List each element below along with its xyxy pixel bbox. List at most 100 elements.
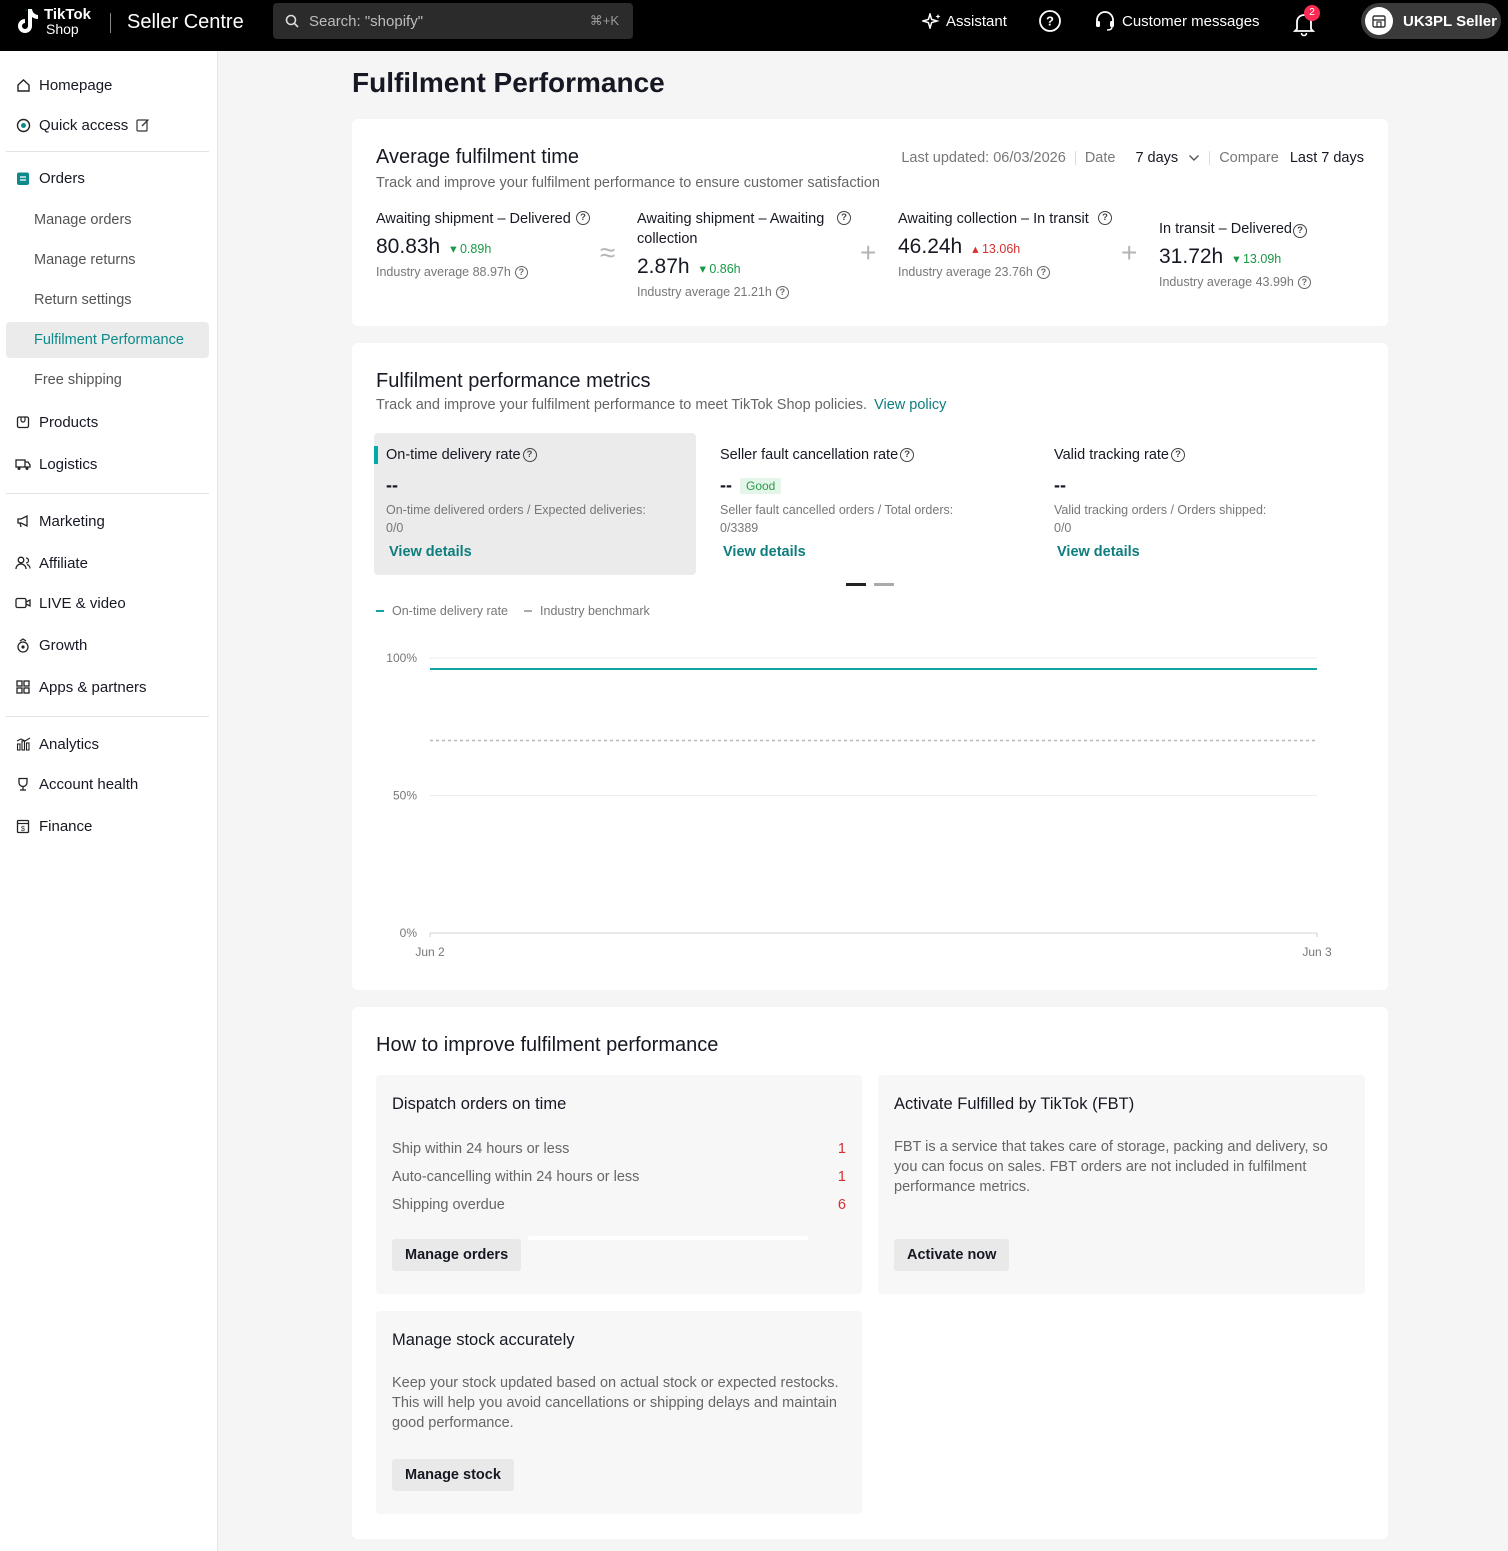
metric-card-on-time-delivery[interactable]: On-time delivery rate? -- On-time delive… xyxy=(374,433,696,575)
sidebar-item-manage-orders[interactable]: Manage orders xyxy=(6,202,209,238)
help-icon[interactable]: ? xyxy=(900,448,915,462)
tiktok-logo-icon xyxy=(18,9,38,33)
sidebar-item-apps-partners[interactable]: Apps & partners xyxy=(6,669,209,705)
help-icon[interactable]: ? xyxy=(1292,224,1307,238)
sidebar-item-growth[interactable]: Growth xyxy=(6,627,209,663)
sidebar-item-return-settings[interactable]: Return settings xyxy=(6,282,209,318)
view-policy-link[interactable]: View policy xyxy=(874,397,946,413)
row-count: 6 xyxy=(837,1197,846,1213)
view-details-link[interactable]: View details xyxy=(723,544,806,560)
sidebar-label-free-shipping: Free shipping xyxy=(34,372,122,388)
metric-delta: ▾ 0.86h xyxy=(699,262,741,276)
view-details-link[interactable]: View details xyxy=(389,544,472,560)
sidebar-item-marketing[interactable]: Marketing xyxy=(6,503,209,539)
sparkle-icon xyxy=(922,13,941,29)
help-icon[interactable]: ? xyxy=(1297,275,1311,289)
metric-title: In transit – Delivered xyxy=(1159,221,1292,237)
industry-average: Industry average 43.99h xyxy=(1159,275,1294,289)
help-icon[interactable]: ? xyxy=(1170,448,1185,462)
svg-text:$: $ xyxy=(21,826,25,833)
metric-card-seller-fault-cancellation[interactable]: Seller fault cancellation rate? -- Good S… xyxy=(708,433,1030,575)
help-icon[interactable]: ? xyxy=(775,285,789,299)
help-icon[interactable]: ? xyxy=(522,448,537,462)
sidebar-item-live-video[interactable]: LIVE & video xyxy=(6,585,209,621)
help-icon[interactable]: ? xyxy=(576,211,590,225)
notifications-button[interactable]: 2 xyxy=(1292,0,1320,42)
dispatch-row: Auto-cancelling within 24 hours or less 1 xyxy=(392,1169,846,1185)
sidebar-divider xyxy=(6,493,209,494)
view-details-link[interactable]: View details xyxy=(1057,544,1140,560)
account-menu[interactable]: UK3PL Seller xyxy=(1361,3,1501,39)
assistant-button[interactable]: Assistant xyxy=(922,0,1007,42)
dispatch-row: Shipping overdue 6 xyxy=(392,1197,846,1213)
metric-delta: ▴ 13.06h xyxy=(972,242,1021,256)
sidebar-item-finance[interactable]: $ Finance xyxy=(6,808,209,844)
sidebar-item-quick-access[interactable]: Quick access xyxy=(6,107,209,143)
metric-delta: ▾ 13.09h xyxy=(1233,252,1282,266)
plus-symbol: + xyxy=(1121,237,1138,268)
sidebar-item-free-shipping[interactable]: Free shipping xyxy=(6,362,209,398)
sidebar-label-account-health: Account health xyxy=(39,775,139,793)
compare-select[interactable]: Last 7 days xyxy=(1290,150,1364,166)
improve-title: How to improve fulfilment performance xyxy=(376,1034,719,1056)
sidebar-item-orders[interactable]: Orders xyxy=(6,160,209,196)
on-time-delivery-chart: 100% 50% 0% Jun 2 Jun 3 xyxy=(386,651,1332,959)
fulfilment-metrics-desc: Track and improve your fulfilment perfor… xyxy=(376,397,946,413)
y-tick-label: 0% xyxy=(400,926,418,940)
chevron-down-icon xyxy=(1189,155,1200,161)
tip-title: Dispatch orders on time xyxy=(392,1095,567,1113)
sidebar-item-homepage[interactable]: Homepage xyxy=(6,67,209,103)
tiktok-shop-logo[interactable]: TikTok Shop xyxy=(14,6,91,38)
search-input[interactable]: Search: "shopify" ⌘+K xyxy=(273,3,633,39)
sidebar-item-fulfilment-performance[interactable]: Fulfilment Performance xyxy=(6,322,209,358)
selected-indicator xyxy=(374,446,378,464)
metric-value: 46.24h xyxy=(898,235,963,258)
metric-card-valid-tracking[interactable]: Valid tracking rate? -- Valid tracking o… xyxy=(1042,433,1364,575)
metric-card-title: Valid tracking rate xyxy=(1054,447,1169,463)
legend-item-on-time[interactable]: On-time delivery rate xyxy=(376,604,508,618)
scrollbar[interactable] xyxy=(528,1236,808,1240)
sidebar-label-products: Products xyxy=(39,413,99,431)
help-button[interactable]: ? xyxy=(1038,0,1062,42)
good-badge: Good xyxy=(740,477,782,494)
sidebar-label-live-video: LIVE & video xyxy=(39,594,126,612)
sidebar-item-logistics[interactable]: Logistics xyxy=(6,446,209,482)
sidebar-label-logistics: Logistics xyxy=(39,455,98,473)
growth-icon xyxy=(15,637,31,653)
filter-divider xyxy=(1074,151,1076,165)
help-icon[interactable]: ? xyxy=(1098,211,1112,225)
help-icon[interactable]: ? xyxy=(514,265,528,279)
sidebar-item-products[interactable]: Products xyxy=(6,404,209,440)
carousel-dot-active[interactable] xyxy=(846,583,866,586)
average-fulfilment-time-card: Average fulfilment time Track and improv… xyxy=(352,119,1388,326)
activate-now-button[interactable]: Activate now xyxy=(894,1239,1010,1271)
manage-orders-button[interactable]: Manage orders xyxy=(392,1239,522,1271)
date-select-value: 7 days xyxy=(1135,150,1179,166)
customer-messages-button[interactable]: Customer messages xyxy=(1094,0,1260,42)
sidebar-item-manage-returns[interactable]: Manage returns xyxy=(6,242,209,278)
metric-delta-value: 0.89h xyxy=(459,242,492,256)
sidebar-label-fulfilment-performance: Fulfilment Performance xyxy=(34,332,184,348)
search-icon xyxy=(285,14,299,28)
approx-symbol: ≈ xyxy=(600,237,616,268)
help-icon[interactable]: ? xyxy=(837,211,851,225)
dispatch-row: Ship within 24 hours or less 1 xyxy=(392,1141,846,1157)
legend-item-benchmark[interactable]: Industry benchmark xyxy=(524,604,650,618)
date-select[interactable]: 7 days xyxy=(1135,150,1200,166)
manage-stock-tip: Manage stock accurately Keep your stock … xyxy=(376,1311,862,1514)
sidebar-item-account-health[interactable]: Account health xyxy=(6,766,209,802)
metric-in-transit-delivered: In transit – Delivered? 31.72h ▾ 13.09h I… xyxy=(1159,219,1379,289)
sidebar-label-analytics: Analytics xyxy=(39,735,100,753)
sidebar-divider xyxy=(6,716,209,717)
metric-delta-value: 0.86h xyxy=(709,262,741,276)
manage-stock-button[interactable]: Manage stock xyxy=(392,1459,514,1491)
help-icon[interactable]: ? xyxy=(1036,265,1050,279)
legend-label: Industry benchmark xyxy=(540,604,650,618)
edit-icon[interactable] xyxy=(136,118,150,132)
sidebar-item-analytics[interactable]: Analytics xyxy=(6,726,209,762)
products-icon xyxy=(15,414,31,430)
carousel-dot[interactable] xyxy=(874,583,894,586)
top-bar: TikTok Shop Seller Centre Search: "shopi… xyxy=(0,0,1508,51)
sidebar-label-homepage: Homepage xyxy=(39,76,113,94)
sidebar-item-affiliate[interactable]: Affiliate xyxy=(6,545,209,581)
